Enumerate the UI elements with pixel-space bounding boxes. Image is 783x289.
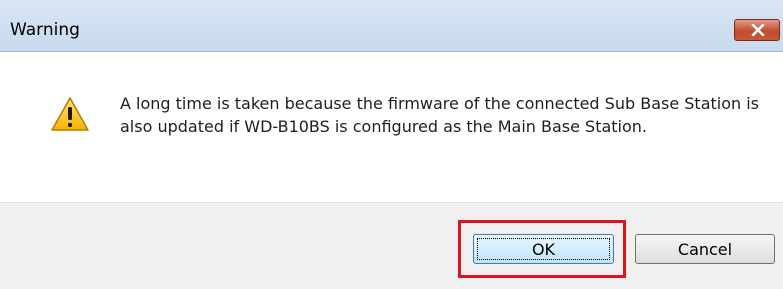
cancel-button[interactable]: Cancel: [635, 234, 775, 264]
warning-triangle-icon: [51, 97, 89, 131]
warning-message: A long time is taken because the firmwar…: [120, 94, 760, 136]
dialog-title: Warning: [10, 20, 80, 40]
close-icon: [751, 24, 765, 36]
close-button[interactable]: [734, 19, 780, 41]
dialog-content: A long time is taken because the firmwar…: [0, 52, 783, 202]
ok-button-highlight-box: [458, 220, 626, 278]
title-bar[interactable]: Warning: [0, 0, 783, 52]
button-bar: OK Cancel: [0, 202, 783, 289]
warning-dialog: Warning A long time is taken because the…: [0, 0, 783, 289]
